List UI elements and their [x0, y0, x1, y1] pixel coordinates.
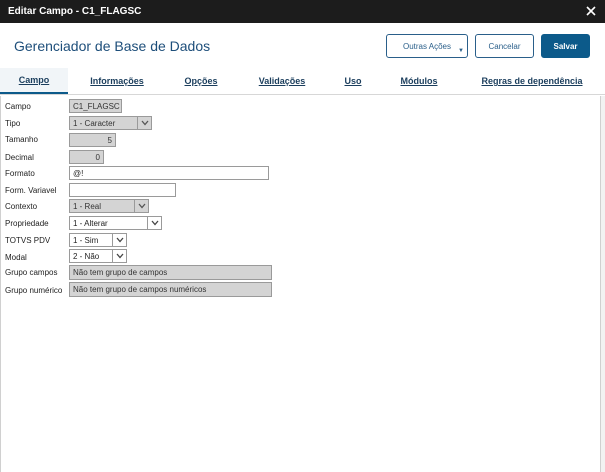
- grupo-campos-field: Não tem grupo de campos: [69, 265, 272, 280]
- outras-acoes-button[interactable]: Outras Ações ▼: [386, 34, 468, 58]
- form-variavel-input[interactable]: [69, 183, 176, 197]
- propriedade-label: Propriedade: [5, 219, 49, 228]
- campo-label: Campo: [5, 102, 31, 111]
- outras-acoes-label: Outras Ações: [402, 41, 452, 51]
- decimal-field: 0: [69, 150, 104, 164]
- tipo-label: Tipo: [5, 119, 21, 128]
- scrollbar[interactable]: [601, 96, 605, 472]
- window-titlebar: Editar Campo - C1_FLAGSC: [0, 0, 605, 23]
- totvs-pdv-label: TOTVS PDV: [5, 236, 51, 245]
- tab-informacoes[interactable]: Informações: [78, 68, 156, 94]
- chevron-down-icon: [137, 117, 151, 129]
- save-label: Salvar: [553, 41, 578, 51]
- totvs-pdv-select[interactable]: 1 - Sim: [69, 233, 127, 247]
- page-header: Gerenciador de Base de Dados Outras Açõe…: [0, 23, 605, 68]
- modal-value: 2 - Não: [73, 251, 100, 261]
- campo-field: C1_FLAGSC: [69, 99, 122, 113]
- chevron-down-icon: [112, 250, 126, 262]
- propriedade-select[interactable]: 1 - Alterar: [69, 216, 162, 230]
- save-button[interactable]: Salvar: [541, 34, 590, 58]
- tipo-select: 1 - Caracter: [69, 116, 152, 130]
- contexto-value: 1 - Real: [73, 201, 102, 211]
- grupo-numerico-label: Grupo numérico: [5, 286, 63, 295]
- caret-down-icon: ▼: [458, 48, 464, 54]
- cancel-button[interactable]: Cancelar: [475, 34, 534, 58]
- tab-opcoes[interactable]: Opções: [176, 68, 226, 94]
- tab-bar: Campo Informações Opções Validações Uso …: [0, 68, 605, 95]
- field-form: Campo C1_FLAGSC Tipo 1 - Caracter Tamanh…: [0, 96, 601, 472]
- window-title: Editar Campo - C1_FLAGSC: [8, 6, 142, 17]
- chevron-down-icon: [112, 234, 126, 246]
- chevron-down-icon: [147, 217, 161, 229]
- formato-label: Formato: [5, 169, 35, 178]
- decimal-label: Decimal: [5, 153, 34, 162]
- tipo-value: 1 - Caracter: [73, 118, 116, 128]
- tab-validacoes[interactable]: Validações: [248, 68, 316, 94]
- chevron-down-icon: [134, 200, 148, 212]
- cancel-label: Cancelar: [488, 41, 521, 51]
- contexto-select: 1 - Real: [69, 199, 149, 213]
- tamanho-field: 5: [69, 133, 116, 147]
- modal-select[interactable]: 2 - Não: [69, 249, 127, 263]
- tab-modulos[interactable]: Módulos: [390, 68, 448, 94]
- modal-label: Modal: [5, 253, 27, 262]
- form-variavel-label: Form. Variavel: [5, 186, 57, 195]
- grupo-numerico-field: Não tem grupo de campos numéricos: [69, 282, 272, 297]
- tamanho-label: Tamanho: [5, 135, 38, 144]
- close-icon[interactable]: [585, 5, 597, 17]
- grupo-campos-label: Grupo campos: [5, 268, 58, 277]
- page-title: Gerenciador de Base de Dados: [14, 38, 211, 54]
- formato-input[interactable]: @!: [69, 166, 269, 180]
- propriedade-value: 1 - Alterar: [73, 218, 108, 228]
- tab-campo[interactable]: Campo: [0, 68, 68, 94]
- tab-uso[interactable]: Uso: [336, 68, 370, 94]
- contexto-label: Contexto: [5, 202, 38, 211]
- tab-regras-dependencia[interactable]: Regras de dependência: [470, 68, 594, 94]
- totvs-pdv-value: 1 - Sim: [73, 235, 99, 245]
